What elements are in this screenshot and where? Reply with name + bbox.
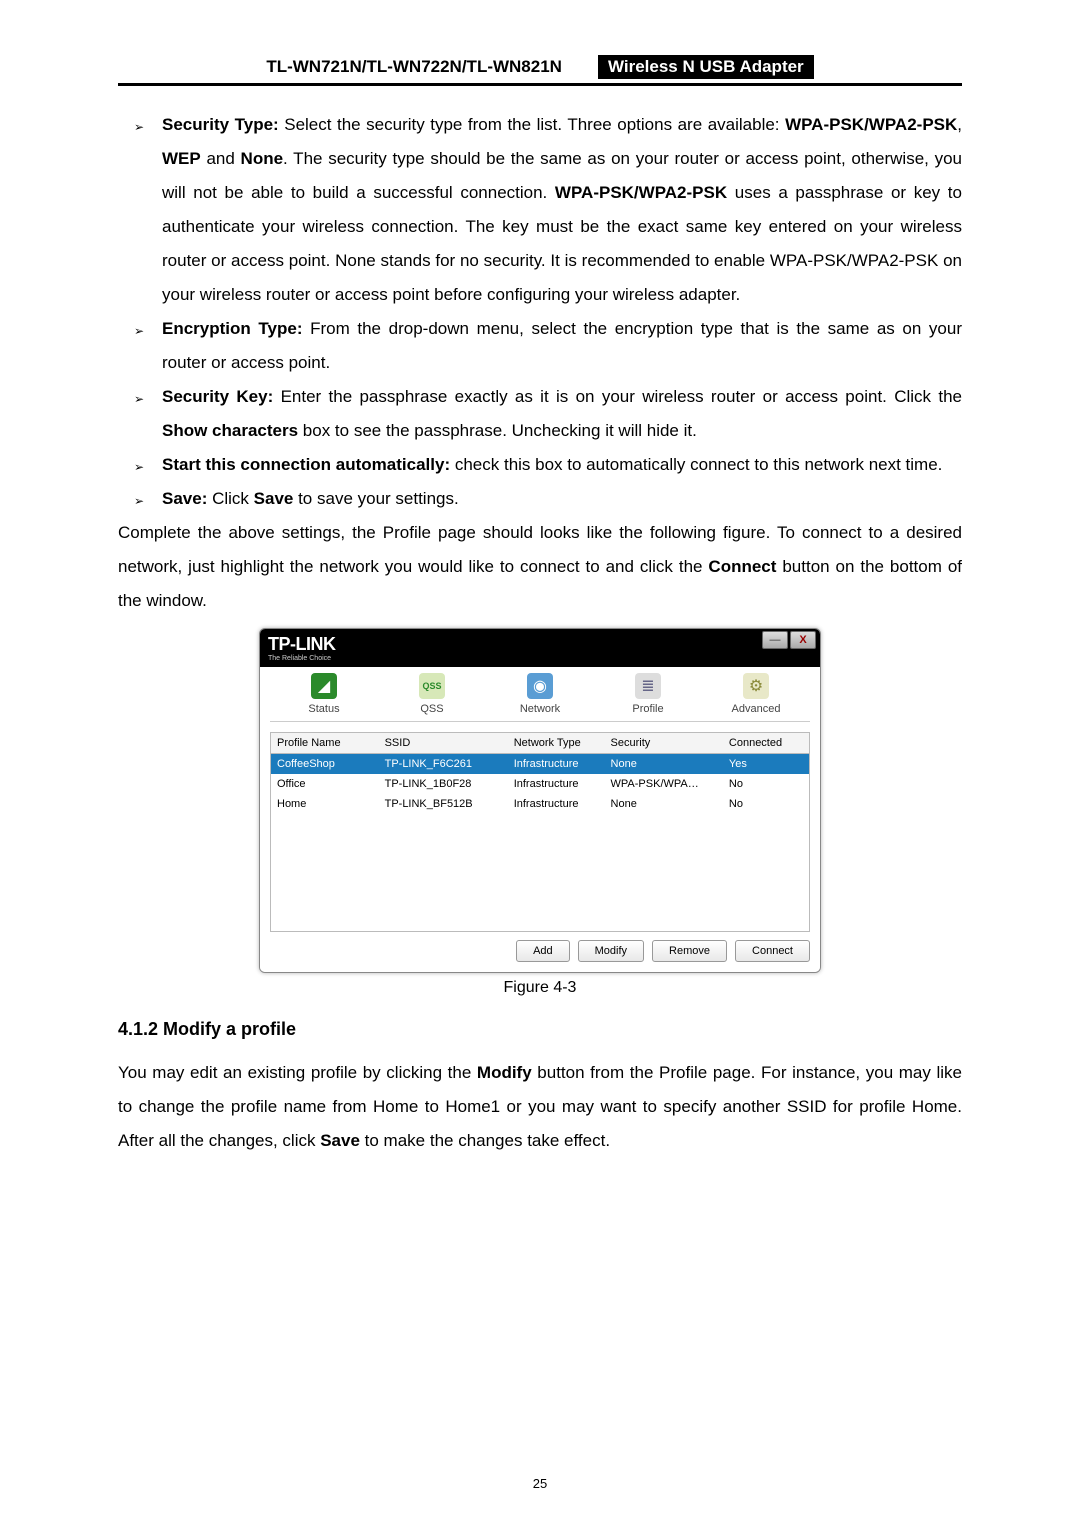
header-connected: Connected [723, 733, 809, 753]
label: Save: [162, 489, 207, 508]
cell-name: Home [271, 794, 379, 814]
text: Connect [708, 557, 776, 576]
text: to save your settings. [293, 489, 458, 508]
cell-connected: Yes [723, 754, 809, 774]
figure-caption: Figure 4-3 [118, 979, 962, 997]
tab-label: Profile [594, 703, 702, 715]
text: Enter the passphrase exactly as it is on… [273, 387, 962, 406]
header-network-type: Network Type [508, 733, 605, 753]
app-logo: TP-LINK The Reliable Choice [268, 635, 336, 662]
profile-table: Profile Name SSID Network Type Security … [270, 732, 810, 932]
bullet-list: Security Type: Select the security type … [118, 108, 962, 516]
text: Modify [477, 1063, 532, 1082]
page-number: 25 [0, 1476, 1080, 1491]
tab-advanced[interactable]: ⚙ Advanced [702, 673, 810, 715]
cell-connected: No [723, 774, 809, 794]
table-row[interactable]: HomeTP-LINK_BF512BInfrastructureNoneNo [271, 794, 809, 814]
text: WPA-PSK/WPA2-PSK [785, 115, 957, 134]
qss-icon: QSS [419, 673, 445, 699]
text: WEP [162, 149, 201, 168]
add-button[interactable]: Add [516, 940, 570, 962]
label: Security Type: [162, 115, 279, 134]
status-icon: ◢ [311, 673, 337, 699]
text: Save [320, 1131, 360, 1150]
logo-subtext: The Reliable Choice [268, 655, 336, 662]
text: Save [254, 489, 294, 508]
remove-button[interactable]: Remove [652, 940, 727, 962]
cell-ssid: TP-LINK_BF512B [379, 794, 508, 814]
text: Click [207, 489, 253, 508]
text: to make the changes take effect. [360, 1131, 610, 1150]
text: You may edit an existing profile by clic… [118, 1063, 477, 1082]
text: Select the security type from the list. … [279, 115, 785, 134]
section-heading: 4.1.2 Modify a profile [118, 1019, 962, 1040]
app-titlebar: TP-LINK The Reliable Choice — X [260, 629, 820, 667]
tab-bar: ◢ Status QSS QSS ◉ Network ≣ Profile ⚙ A… [270, 673, 810, 722]
tab-profile[interactable]: ≣ Profile [594, 673, 702, 715]
modify-button[interactable]: Modify [578, 940, 644, 962]
bullet-encryption-type: Encryption Type: From the drop-down menu… [162, 312, 962, 380]
tab-qss[interactable]: QSS QSS [378, 673, 486, 715]
close-button[interactable]: X [790, 631, 816, 649]
cell-security: WPA-PSK/WPA… [605, 774, 723, 794]
label: Encryption Type: [162, 319, 302, 338]
cell-name: CoffeeShop [271, 754, 379, 774]
bullet-security-key: Security Key: Enter the passphrase exact… [162, 380, 962, 448]
profile-icon: ≣ [635, 673, 661, 699]
header-model: TL-WN721N/TL-WN722N/TL-WN821N [266, 57, 562, 77]
tab-status[interactable]: ◢ Status [270, 673, 378, 715]
cell-security: None [605, 794, 723, 814]
table-row[interactable]: OfficeTP-LINK_1B0F28InfrastructureWPA-PS… [271, 774, 809, 794]
cell-type: Infrastructure [508, 774, 605, 794]
bullet-start-connection: Start this connection automatically: che… [162, 448, 962, 482]
table-body: CoffeeShopTP-LINK_F6C261InfrastructureNo… [271, 754, 809, 814]
advanced-icon: ⚙ [743, 673, 769, 699]
logo-text: TP-LINK [268, 634, 336, 654]
app-window: TP-LINK The Reliable Choice — X ◢ Status… [259, 628, 821, 973]
header-profile-name: Profile Name [271, 733, 379, 753]
header-security: Security [605, 733, 723, 753]
document-header: TL-WN721N/TL-WN722N/TL-WN821N Wireless N… [118, 55, 962, 86]
tab-network[interactable]: ◉ Network [486, 673, 594, 715]
window-controls: — X [762, 631, 816, 649]
header-ssid: SSID [379, 733, 508, 753]
cell-security: None [605, 754, 723, 774]
cell-connected: No [723, 794, 809, 814]
cell-ssid: TP-LINK_F6C261 [379, 754, 508, 774]
app-footer: Add Modify Remove Connect [270, 932, 810, 962]
minimize-button[interactable]: — [762, 631, 788, 649]
tab-label: QSS [378, 703, 486, 715]
bullet-save: Save: Click Save to save your settings. [162, 482, 962, 516]
cell-type: Infrastructure [508, 794, 605, 814]
label: Security Key: [162, 387, 273, 406]
tab-label: Advanced [702, 703, 810, 715]
paragraph-modify: You may edit an existing profile by clic… [118, 1056, 962, 1158]
app-body: ◢ Status QSS QSS ◉ Network ≣ Profile ⚙ A… [260, 667, 820, 972]
text: box to see the passphrase. Unchecking it… [298, 421, 697, 440]
cell-ssid: TP-LINK_1B0F28 [379, 774, 508, 794]
header-product: Wireless N USB Adapter [598, 55, 814, 79]
text: None [241, 149, 284, 168]
text: WPA-PSK/WPA2-PSK [555, 183, 727, 202]
cell-type: Infrastructure [508, 754, 605, 774]
text: Show characters [162, 421, 298, 440]
table-row[interactable]: CoffeeShopTP-LINK_F6C261InfrastructureNo… [271, 754, 809, 774]
connect-button[interactable]: Connect [735, 940, 810, 962]
tab-label: Status [270, 703, 378, 715]
cell-name: Office [271, 774, 379, 794]
tab-label: Network [486, 703, 594, 715]
table-header: Profile Name SSID Network Type Security … [271, 733, 809, 754]
text: check this box to automatically connect … [450, 455, 942, 474]
network-icon: ◉ [527, 673, 553, 699]
bullet-security-type: Security Type: Select the security type … [162, 108, 962, 312]
paragraph-instructions: Complete the above settings, the Profile… [118, 516, 962, 618]
label: Start this connection automatically: [162, 455, 450, 474]
